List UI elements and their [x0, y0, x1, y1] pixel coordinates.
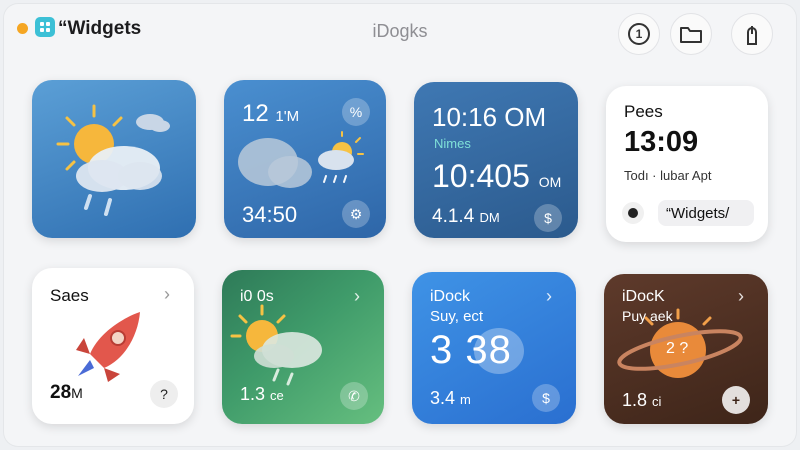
rocket-widget[interactable]: Saes › 28M ? [32, 268, 194, 424]
sun-cloud-rain-icon [56, 104, 170, 216]
folder-button[interactable] [670, 13, 712, 55]
weather-widget-time[interactable]: 12 1'M % 34:50 ⚙ [224, 80, 386, 238]
green-widget-value: 1.3 [240, 384, 266, 404]
chevron-right-icon[interactable]: › [546, 286, 552, 307]
text-widget-time-tail: 9 [682, 126, 699, 158]
add-button[interactable]: + [722, 386, 750, 414]
weather-widget-large-icon[interactable] [32, 80, 196, 238]
info-button[interactable]: 1 [618, 13, 660, 55]
dock-brown-value: 1.8 [622, 390, 648, 410]
dock-brown-unit: ci [652, 394, 662, 409]
folder-icon [680, 27, 702, 43]
text-widget-subtitle: Todı · lubar Apt [624, 168, 712, 183]
settings-button[interactable]: ⚙ [342, 200, 370, 228]
dock-blue-title: iDock [430, 288, 471, 305]
phone-icon: ✆ [348, 387, 360, 404]
info-circle-icon: 1 [628, 23, 650, 45]
text-widget-title: Pees [624, 102, 663, 121]
clock-time: 10:16 OM [432, 102, 547, 132]
dollar-button[interactable]: $ [532, 384, 560, 412]
clock-bottom-value: 4.1.4 [432, 206, 475, 227]
clock-bottom-unit: DM [479, 210, 500, 225]
share-button[interactable] [731, 13, 773, 55]
rocket-widget-value: 28 [50, 382, 72, 403]
dollar-icon: $ [542, 390, 550, 406]
plus-icon: + [731, 392, 741, 408]
dock-blue-subtitle: Suy, ect [430, 308, 484, 325]
dock-blue-unit: m [460, 392, 471, 407]
widgets-pill[interactable]: “Widgets/ [658, 200, 754, 226]
help-button[interactable]: ? [150, 380, 178, 408]
green-widget-unit: ce [270, 388, 284, 403]
dollar-button[interactable]: $ [534, 204, 562, 232]
widget-temperature: 34:50 [242, 202, 298, 227]
share-icon [747, 26, 757, 45]
help-icon: ? [160, 386, 168, 402]
record-dot-icon [628, 208, 638, 218]
dock-blue-big-tail: 8 [488, 328, 512, 372]
record-button[interactable] [622, 202, 644, 224]
dock-blue-value: 3.4 [430, 388, 456, 408]
dock-widget-blue[interactable]: iDock › Suy, ect 3 38 3.4 m $ [412, 272, 576, 424]
text-widget[interactable]: Pees 13:09 Todı · lubar Apt “Widgets/ [606, 86, 768, 242]
planet-label: 2 ? [666, 340, 689, 357]
clock-big-time: 10:405 [432, 158, 530, 194]
green-weather-widget[interactable]: i0 0s › 1.3 ce ✆ [222, 270, 384, 424]
clock-widget[interactable]: 10:16 OM Nimes 10:405 OM 4.1.4 DM $ [414, 82, 578, 238]
dollar-icon: $ [544, 210, 552, 226]
dock-blue-big: 3 3 [430, 328, 489, 372]
rocket-widget-unit: M [71, 385, 83, 401]
clock-label: Nimes [434, 136, 471, 151]
dock-widget-brown[interactable]: iDocK › Puy aek 2 ? 1.8 ci + [604, 274, 768, 424]
widgets-pill-label: “Widgets/ [666, 205, 730, 222]
text-widget-time: 13:0 [624, 126, 683, 158]
settings-icon: ⚙ [349, 205, 363, 222]
phone-button[interactable]: ✆ [340, 382, 368, 410]
clock-big-unit: OM [538, 174, 562, 190]
